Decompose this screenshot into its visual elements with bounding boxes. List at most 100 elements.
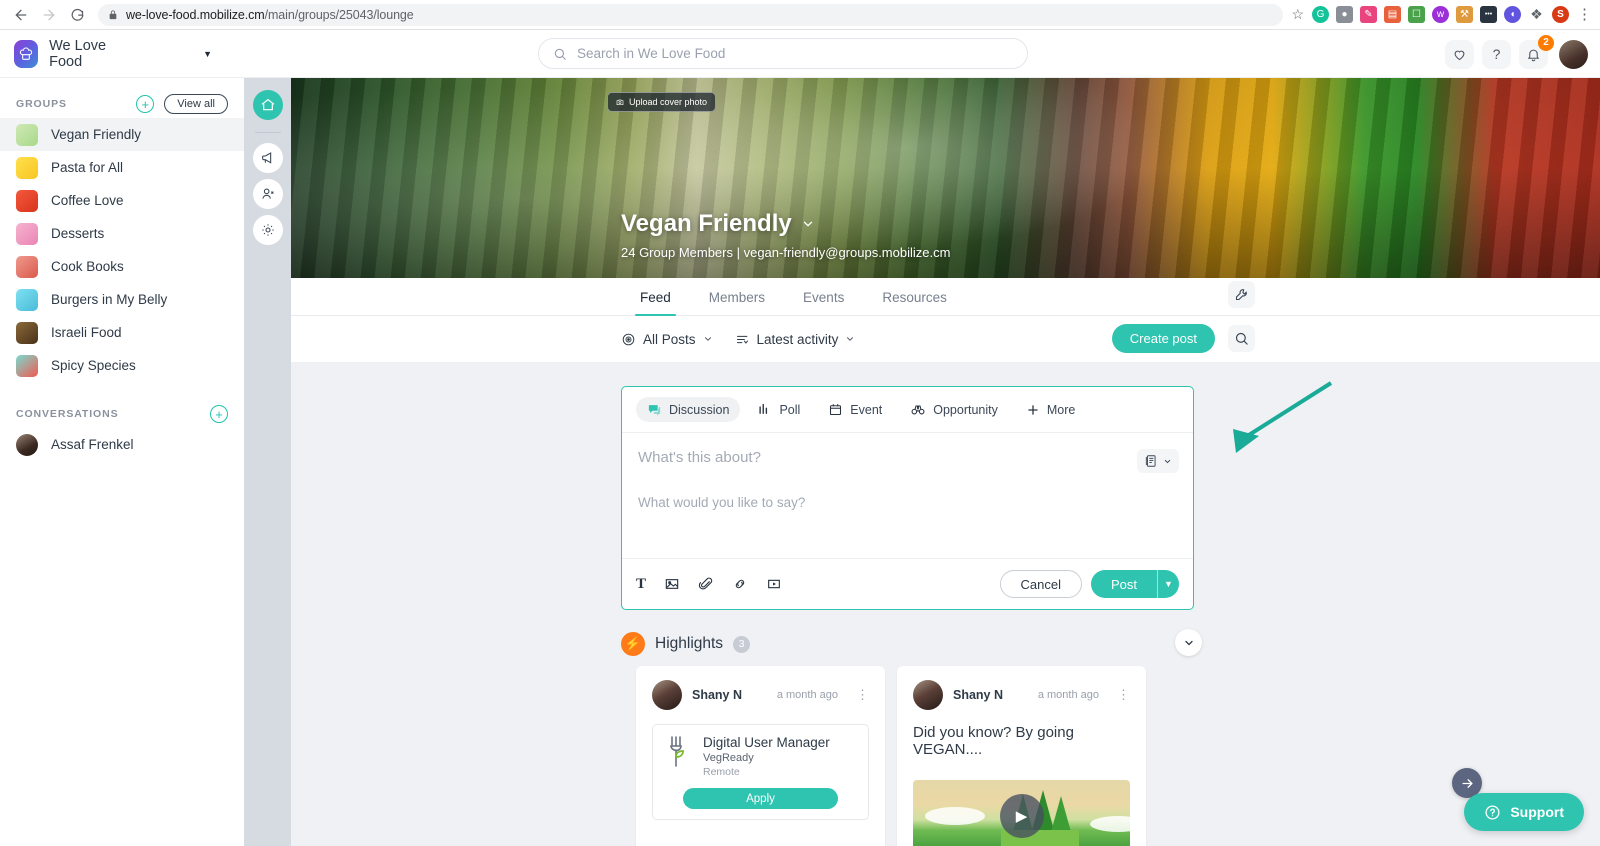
view-all-groups-button[interactable]: View all — [164, 94, 228, 114]
avatar[interactable] — [1559, 39, 1588, 69]
help-icon[interactable]: ? — [1482, 39, 1511, 69]
sidebar-item-label: Coffee Love — [51, 193, 124, 208]
address-bar[interactable]: we-love-food.mobilize.cm/main/groups/250… — [98, 3, 1284, 26]
global-search[interactable]: Search in We Love Food — [538, 38, 1028, 69]
composer-type-event[interactable]: Event — [817, 397, 893, 422]
reload-icon[interactable] — [64, 2, 90, 28]
post-filter-dropdown[interactable]: All Posts — [621, 332, 713, 347]
forward-arrow-icon[interactable] — [36, 2, 62, 28]
camera-extension-icon[interactable]: ● — [1336, 6, 1353, 23]
sidebar-item-label: Pasta for All — [51, 160, 124, 175]
sidebar: GROUPS + View all Vegan Friendly Pasta fo… — [0, 78, 244, 846]
sort-dropdown[interactable]: Latest activity — [735, 332, 856, 347]
chevron-down-icon[interactable]: ▼ — [203, 49, 212, 59]
megaphone-icon[interactable] — [252, 143, 283, 173]
more-vertical-icon[interactable]: ⋮ — [856, 688, 869, 701]
wrench-icon[interactable] — [1228, 281, 1255, 308]
people-icon[interactable] — [252, 179, 283, 209]
composer-type-opportunity[interactable]: Opportunity — [899, 397, 1009, 423]
group-avatar-icon — [16, 189, 38, 212]
chevron-down-icon[interactable] — [801, 217, 815, 231]
sidebar-item-group[interactable]: Spicy Species — [0, 349, 244, 382]
tab-members[interactable]: Members — [690, 290, 784, 315]
play-icon[interactable]: ▶ — [999, 794, 1044, 838]
group-meta: 24 Group Members | vegan-friendly@groups… — [621, 245, 951, 260]
post-button[interactable]: Post — [1090, 570, 1157, 598]
add-conversation-button[interactable]: + — [210, 405, 228, 423]
job-card[interactable]: Digital User Manager VegReady Remote App… — [652, 724, 869, 820]
sidebar-item-conversation[interactable]: Assaf Frenkel — [0, 428, 244, 461]
main-layout: GROUPS + View all Vegan Friendly Pasta fo… — [0, 78, 1600, 846]
page-title: Vegan Friendly — [621, 210, 950, 238]
feed-search-icon[interactable] — [1228, 325, 1255, 352]
composer-type-more[interactable]: More — [1015, 398, 1086, 422]
screenshot-extension-icon[interactable]: ☐ — [1408, 6, 1425, 23]
attachment-clip-icon[interactable] — [698, 576, 714, 592]
post-composer[interactable]: Discussion Poll Event Opportunity More What'… — [621, 386, 1194, 610]
wistia-extension-icon[interactable]: w — [1432, 6, 1449, 23]
sidebar-item-group[interactable]: Desserts — [0, 217, 244, 250]
create-post-button[interactable]: Create post — [1111, 324, 1215, 353]
sidebar-item-group[interactable]: Pasta for All — [0, 151, 244, 184]
notification-bell-icon[interactable]: 2 — [1519, 34, 1554, 69]
chef-hat-logo — [14, 39, 39, 68]
tab-feed[interactable]: Feed — [621, 290, 690, 316]
highlights-collapse-chevron-down-icon[interactable] — [1175, 629, 1202, 656]
notes-extension-icon[interactable]: ▤ — [1384, 6, 1401, 23]
image-icon[interactable] — [664, 576, 680, 592]
post-button-group: Post ▼ — [1090, 570, 1179, 598]
home-icon[interactable] — [252, 90, 283, 120]
moon-extension-icon[interactable]: ◖ — [1504, 6, 1521, 23]
apply-button[interactable]: Apply — [683, 788, 838, 809]
tab-events[interactable]: Events — [784, 290, 863, 315]
sidebar-item-group[interactable]: Cook Books — [0, 250, 244, 283]
sidebar-item-group[interactable]: Coffee Love — [0, 184, 244, 217]
link-icon[interactable] — [732, 576, 748, 592]
eyedropper-extension-icon[interactable]: ✎ — [1360, 6, 1377, 23]
search-input[interactable]: Search in We Love Food — [577, 46, 725, 61]
discussion-bubble-icon — [647, 402, 662, 417]
browser-menu-icon[interactable]: ⋮ — [1577, 7, 1592, 22]
bookmark-star-icon[interactable]: ☆ — [1291, 6, 1304, 23]
profile-extension-icon[interactable]: S — [1552, 6, 1569, 23]
add-group-button[interactable]: + — [136, 95, 155, 113]
group-identity: Vegan Friendly 24 Group Members | vegan-… — [621, 210, 950, 260]
post-options-chevron-down-icon[interactable]: ▼ — [1157, 570, 1179, 598]
list-item[interactable]: Shany N a month ago ⋮ Digital User Manag… — [636, 666, 885, 846]
video-icon[interactable] — [766, 576, 782, 592]
support-button[interactable]: Support — [1464, 793, 1584, 831]
list-item[interactable]: Shany N a month ago ⋮ Did you know? By g… — [897, 666, 1146, 846]
composer-type-discussion[interactable]: Discussion — [636, 397, 741, 422]
grammarly-extension-icon[interactable]: G — [1312, 6, 1329, 23]
poll-bars-icon — [757, 402, 772, 417]
puzzle-extension-icon[interactable]: ❖ — [1528, 6, 1545, 23]
composer-title-input[interactable]: What's this about? — [638, 449, 1137, 466]
composer-title-row: What's this about? — [622, 433, 1193, 473]
sidebar-item-group[interactable]: Vegan Friendly — [0, 118, 244, 151]
heart-icon[interactable] — [1445, 39, 1474, 69]
dots-extension-icon[interactable]: ••• — [1480, 6, 1497, 23]
composer-body-input[interactable]: What would you like to say? — [622, 473, 1193, 559]
globe-icon — [621, 332, 636, 347]
more-vertical-icon[interactable]: ⋮ — [1117, 688, 1130, 701]
conversations-label: CONVERSATIONS — [16, 408, 119, 420]
composer-type-poll[interactable]: Poll — [746, 397, 811, 422]
avatar — [16, 433, 38, 456]
cancel-button[interactable]: Cancel — [999, 570, 1082, 598]
post-video-thumbnail[interactable]: ▶ — [913, 780, 1130, 846]
sidebar-item-group[interactable]: Burgers in My Belly — [0, 283, 244, 316]
template-picker-button[interactable] — [1137, 449, 1179, 473]
sort-list-icon — [735, 332, 750, 347]
post-timestamp: a month ago — [776, 689, 838, 701]
back-arrow-icon[interactable] — [8, 2, 34, 28]
text-format-icon[interactable]: T — [636, 576, 646, 593]
post-text: Did you know? By going VEGAN.... — [913, 724, 1074, 758]
sidebar-item-group[interactable]: Israeli Food — [0, 316, 244, 349]
browser-toolbar: we-love-food.mobilize.cm/main/groups/250… — [0, 0, 1600, 30]
group-avatar-icon — [16, 321, 38, 344]
gear-icon[interactable] — [252, 215, 283, 245]
hammer-extension-icon[interactable]: ⚒ — [1456, 6, 1473, 23]
upload-cover-photo-button[interactable]: Upload cover photo — [607, 92, 717, 112]
tab-resources[interactable]: Resources — [863, 290, 966, 315]
brand-switcher[interactable]: We Love Food ▼ — [0, 38, 212, 70]
